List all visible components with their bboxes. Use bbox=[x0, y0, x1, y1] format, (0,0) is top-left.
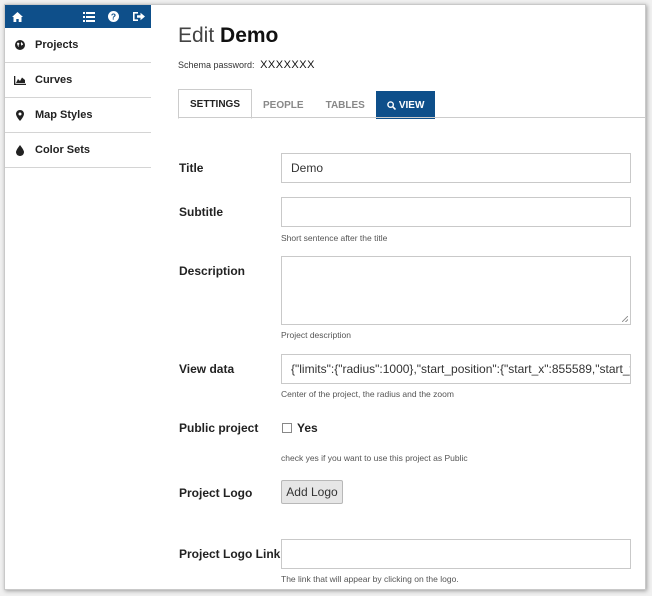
main-content: Edit Demo Schema password: XXXXXXX SETTI… bbox=[152, 5, 645, 589]
description-help: Project description bbox=[281, 330, 351, 340]
globe-icon bbox=[14, 40, 26, 50]
tab-view-label: VIEW bbox=[398, 99, 425, 111]
page-title-project-name: Demo bbox=[220, 24, 279, 47]
add-logo-button[interactable]: Add Logo bbox=[281, 480, 343, 504]
tab-tables[interactable]: TABLES bbox=[315, 91, 376, 119]
sidebar-item-label: Map Styles bbox=[35, 109, 93, 121]
page-title: Edit Demo bbox=[178, 24, 278, 48]
description-label: Description bbox=[179, 264, 246, 278]
tab-divider bbox=[178, 117, 645, 118]
subtitle-input[interactable] bbox=[281, 197, 631, 227]
tab-bar: SETTINGS PEOPLE TABLES VIEW bbox=[178, 89, 436, 119]
search-icon bbox=[387, 100, 396, 110]
sidebar-item-projects[interactable]: Projects bbox=[5, 28, 151, 63]
view-data-label: View data bbox=[179, 362, 235, 376]
title-label: Title bbox=[179, 161, 204, 175]
resize-handle-icon[interactable] bbox=[622, 316, 628, 322]
sidebar-item-map-styles[interactable]: Map Styles bbox=[5, 98, 151, 133]
subtitle-help: Short sentence after the title bbox=[281, 233, 388, 243]
project-logo-link-label: Project Logo Link bbox=[179, 547, 281, 561]
sidebar-item-label: Curves bbox=[35, 74, 73, 86]
project-logo-label: Project Logo bbox=[179, 486, 253, 500]
schema-password: Schema password: XXXXXXX bbox=[178, 59, 315, 71]
sidebar-item-label: Color Sets bbox=[35, 144, 91, 156]
public-project-help: check yes if you want to use this projec… bbox=[281, 453, 468, 463]
help-icon[interactable]: ? bbox=[107, 10, 120, 23]
project-logo-link-help: The link that will appear by clicking on… bbox=[281, 574, 459, 584]
area-chart-icon bbox=[14, 75, 26, 85]
view-data-input[interactable]: {"limits":{"radius":1000},"start_positio… bbox=[281, 354, 631, 384]
view-data-help: Center of the project, the radius and th… bbox=[281, 389, 454, 399]
sidebar-item-label: Projects bbox=[35, 39, 79, 51]
tab-people[interactable]: PEOPLE bbox=[252, 91, 315, 119]
sidebar: ? Projects Curves Map Styles Color Sets bbox=[5, 5, 151, 589]
app-window: ? Projects Curves Map Styles Color Sets … bbox=[4, 4, 646, 590]
subtitle-label: Subtitle bbox=[179, 205, 223, 219]
tab-view[interactable]: VIEW bbox=[375, 91, 436, 119]
tab-settings[interactable]: SETTINGS bbox=[178, 89, 253, 119]
project-logo-link-input[interactable] bbox=[281, 539, 631, 569]
page-title-prefix: Edit bbox=[178, 24, 215, 47]
home-icon[interactable] bbox=[11, 10, 24, 23]
map-marker-icon bbox=[14, 109, 26, 121]
description-textarea[interactable] bbox=[281, 256, 631, 325]
schema-password-label: Schema password: bbox=[178, 60, 255, 70]
top-toolbar: ? bbox=[5, 5, 151, 28]
svg-text:?: ? bbox=[111, 12, 116, 22]
public-project-checkbox[interactable] bbox=[282, 423, 292, 433]
public-project-label: Public project bbox=[179, 421, 259, 435]
tint-icon bbox=[14, 144, 26, 156]
sidebar-item-curves[interactable]: Curves bbox=[5, 63, 151, 98]
sign-out-icon[interactable] bbox=[132, 10, 145, 23]
sidebar-item-color-sets[interactable]: Color Sets bbox=[5, 133, 151, 168]
list-icon[interactable] bbox=[82, 10, 95, 23]
schema-password-value: XXXXXXX bbox=[260, 59, 315, 71]
title-input[interactable]: Demo bbox=[281, 153, 631, 183]
public-project-checkbox-label[interactable]: Yes bbox=[297, 421, 318, 435]
